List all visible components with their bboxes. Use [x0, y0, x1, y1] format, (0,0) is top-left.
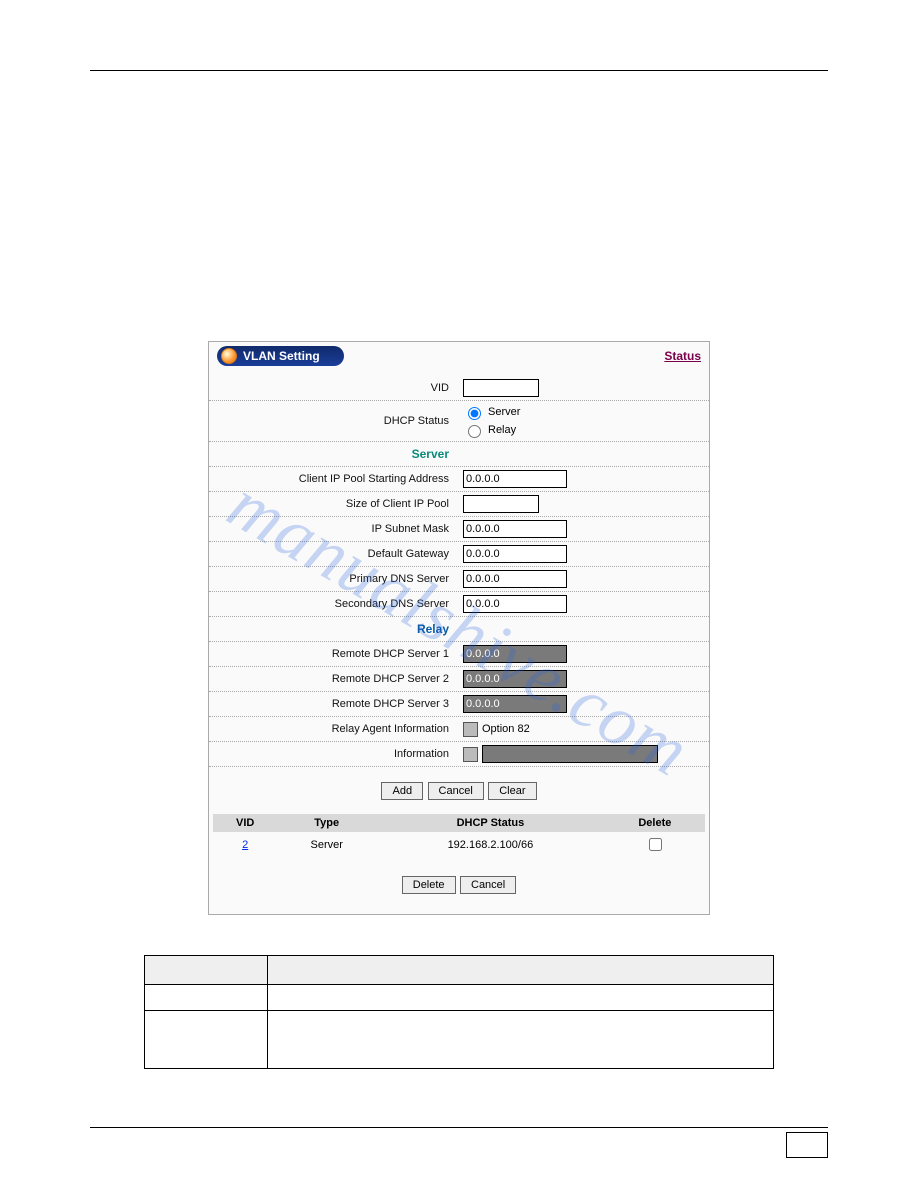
pdns-input[interactable] — [463, 570, 567, 588]
status-link[interactable]: Status — [664, 349, 701, 363]
relay-section-title: Relay — [209, 622, 463, 636]
subnet-label: IP Subnet Mask — [209, 523, 463, 535]
panel-title-pill: VLAN Setting — [217, 346, 344, 366]
col-vid: VID — [213, 814, 277, 832]
information-checkbox — [463, 747, 478, 762]
row-delete-checkbox[interactable] — [649, 838, 662, 851]
row-status: 192.168.2.100/66 — [376, 832, 605, 857]
dhcp-server-radio-label: Server — [488, 406, 520, 418]
option82-checkbox — [463, 722, 478, 737]
gateway-label: Default Gateway — [209, 548, 463, 560]
sdns-input[interactable] — [463, 595, 567, 613]
pool-size-input[interactable] — [463, 495, 539, 513]
information-input — [482, 745, 658, 763]
dhcp-status-label: DHCP Status — [209, 415, 463, 427]
panel-title: VLAN Setting — [243, 349, 320, 363]
col-status: DHCP Status — [376, 814, 605, 832]
page-number-box — [786, 1132, 828, 1158]
cancel-button-2[interactable]: Cancel — [460, 876, 516, 894]
gateway-input[interactable] — [463, 545, 567, 563]
r2-input — [463, 670, 567, 688]
vlan-table: VID Type DHCP Status Delete 2 Server 192… — [213, 814, 705, 857]
dhcp-relay-radio-label: Relay — [488, 424, 516, 436]
doc-description-table — [144, 955, 774, 1069]
r1-label: Remote DHCP Server 1 — [209, 648, 463, 660]
delete-button[interactable]: Delete — [402, 876, 456, 894]
col-delete: Delete — [605, 814, 705, 832]
dhcp-relay-radio[interactable] — [468, 425, 481, 438]
row-type: Server — [277, 832, 376, 857]
pdns-label: Primary DNS Server — [209, 573, 463, 585]
relay-agent-label: Relay Agent Information — [209, 723, 463, 735]
server-section-title: Server — [209, 447, 463, 461]
r1-input — [463, 645, 567, 663]
vid-label: VID — [209, 382, 463, 394]
vlan-setting-panel: manualshive.com VLAN Setting Status VID … — [208, 341, 710, 915]
sdns-label: Secondary DNS Server — [209, 598, 463, 610]
option82-label: Option 82 — [482, 723, 530, 735]
r3-label: Remote DHCP Server 3 — [209, 698, 463, 710]
subnet-input[interactable] — [463, 520, 567, 538]
row-vid-link[interactable]: 2 — [242, 839, 248, 851]
r3-input — [463, 695, 567, 713]
add-button[interactable]: Add — [381, 782, 423, 800]
dhcp-server-radio[interactable] — [468, 407, 481, 420]
table-row: 2 Server 192.168.2.100/66 — [213, 832, 705, 857]
r2-label: Remote DHCP Server 2 — [209, 673, 463, 685]
title-dot-icon — [221, 348, 237, 364]
pool-size-label: Size of Client IP Pool — [209, 498, 463, 510]
information-label: Information — [209, 748, 463, 760]
clear-button[interactable]: Clear — [488, 782, 536, 800]
vid-input[interactable] — [463, 379, 539, 397]
cancel-button[interactable]: Cancel — [428, 782, 484, 800]
col-type: Type — [277, 814, 376, 832]
client-ip-input[interactable] — [463, 470, 567, 488]
client-ip-label: Client IP Pool Starting Address — [209, 473, 463, 485]
